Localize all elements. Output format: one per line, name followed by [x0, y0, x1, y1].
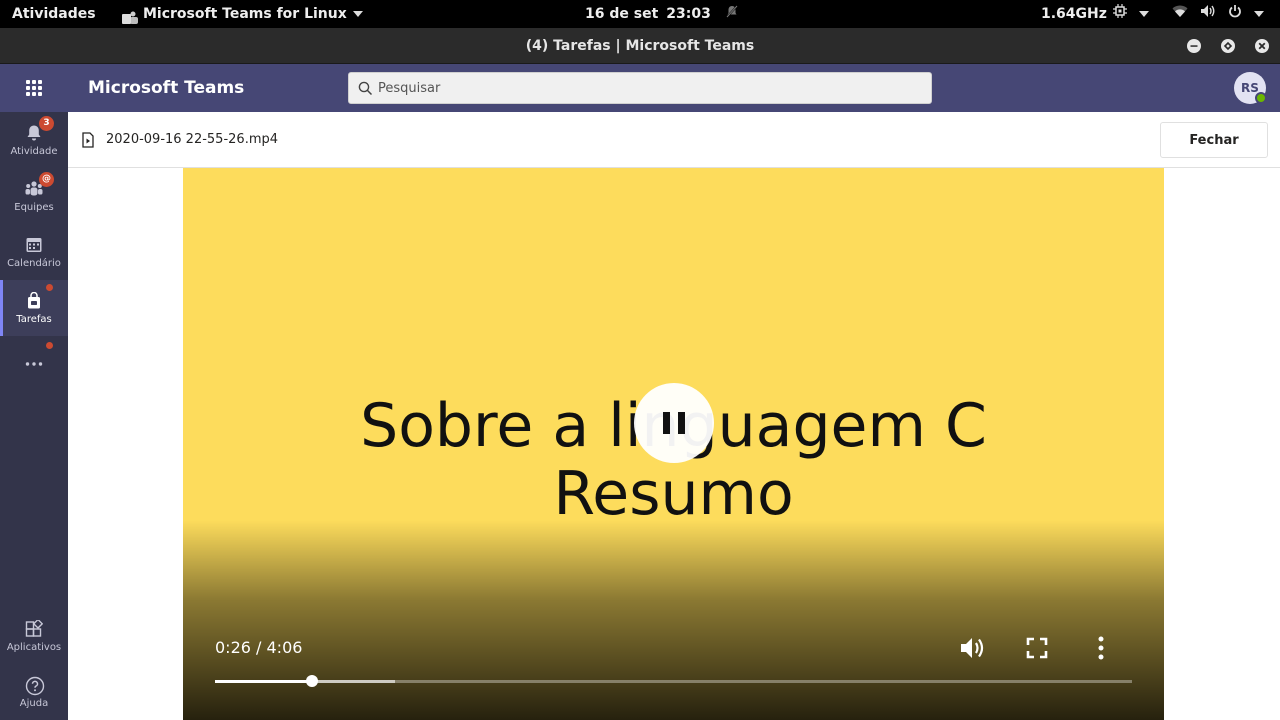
chevron-down-icon — [1254, 11, 1264, 17]
chevron-down-icon — [352, 11, 363, 17]
fullscreen-button[interactable] — [1023, 634, 1051, 662]
apps-icon — [25, 618, 44, 638]
help-icon — [25, 676, 45, 696]
wifi-icon — [1172, 0, 1188, 28]
controls-gradient — [183, 520, 1164, 720]
window-titlebar[interactable]: (4) Tarefas | Microsoft Teams — [0, 28, 1280, 64]
app-launcher-icon[interactable] — [26, 80, 42, 96]
seek-bar-played — [215, 680, 312, 683]
volume-button[interactable] — [959, 634, 987, 662]
teams-app-icon — [121, 7, 138, 24]
maximize-button[interactable] — [1221, 39, 1235, 53]
activity-badge: 3 — [39, 116, 54, 131]
cpu-frequency: 1.64GHz — [1041, 6, 1107, 22]
close-file-button[interactable]: Fechar — [1160, 122, 1268, 158]
cpu-icon — [1112, 0, 1127, 28]
pause-button[interactable] — [634, 383, 714, 463]
video-file-icon — [82, 132, 94, 152]
power-icon — [1228, 0, 1242, 28]
gnome-top-bar: Atividades Microsoft Teams for Linux 16 … — [0, 0, 1280, 28]
teams-brand: Microsoft Teams — [88, 78, 245, 98]
rail-item-label: Tarefas — [16, 314, 52, 325]
rail-item-help[interactable]: Ajuda — [0, 664, 68, 720]
volume-icon — [1200, 0, 1216, 28]
system-menu[interactable] — [1172, 0, 1264, 28]
notifications-muted-icon — [725, 0, 738, 28]
close-window-button[interactable] — [1255, 39, 1269, 53]
rail-item-label: Aplicativos — [6, 642, 62, 653]
rail-item-label: Calendário — [7, 258, 61, 269]
search-input[interactable] — [378, 73, 918, 103]
window-title: (4) Tarefas | Microsoft Teams — [525, 38, 755, 54]
activities-button[interactable]: Atividades — [12, 0, 96, 28]
app-rail: 3 Atividade @ Equipes Calendário Tarefas… — [0, 112, 68, 720]
notification-dot — [46, 342, 53, 349]
seek-bar[interactable] — [215, 675, 1132, 687]
app-menu[interactable]: Microsoft Teams for Linux — [121, 0, 363, 28]
more-options-button[interactable] — [1087, 634, 1115, 662]
notification-dot — [46, 284, 53, 291]
clock-date: 16 de set — [585, 6, 659, 22]
rail-item-apps[interactable]: Aplicativos — [0, 608, 68, 664]
app-menu-label: Microsoft Teams for Linux — [143, 6, 347, 22]
rail-item-label: Equipes — [14, 202, 54, 213]
rail-item-more[interactable] — [0, 336, 68, 392]
time-display: 0:26 / 4:06 — [215, 638, 303, 657]
presence-status-indicator — [1255, 92, 1267, 104]
search-icon — [358, 81, 373, 100]
more-icon — [25, 355, 43, 373]
clock-time: 23:03 — [666, 6, 711, 22]
seek-bar-thumb[interactable] — [305, 675, 318, 687]
mention-badge: @ — [39, 172, 54, 187]
clock[interactable]: 16 de set 23:03 — [585, 0, 738, 28]
assignments-icon — [25, 291, 43, 310]
rail-item-assignments[interactable]: Tarefas — [0, 280, 68, 336]
video-player[interactable]: Sobre a linguagem C Resumo 0:26 / 4:06 — [183, 168, 1164, 720]
rail-item-label: Atividade — [10, 146, 58, 157]
rail-item-activity[interactable]: 3 Atividade — [0, 112, 68, 168]
search-box[interactable] — [348, 72, 932, 104]
minimize-button[interactable] — [1187, 39, 1201, 53]
cpu-indicator[interactable]: 1.64GHz — [1041, 0, 1149, 28]
chevron-down-icon — [1138, 11, 1149, 17]
slide-subtitle: Resumo — [553, 459, 794, 529]
calendar-icon — [25, 236, 43, 254]
file-name: 2020-09-16 22-55-26.mp4 — [106, 132, 279, 147]
rail-item-teams[interactable]: @ Equipes — [0, 168, 68, 224]
rail-item-calendar[interactable]: Calendário — [0, 224, 68, 280]
teams-header: Microsoft Teams RS — [0, 64, 1280, 112]
rail-item-label: Ajuda — [19, 698, 49, 709]
file-viewer-header: 2020-09-16 22-55-26.mp4 Fechar — [68, 112, 1280, 168]
